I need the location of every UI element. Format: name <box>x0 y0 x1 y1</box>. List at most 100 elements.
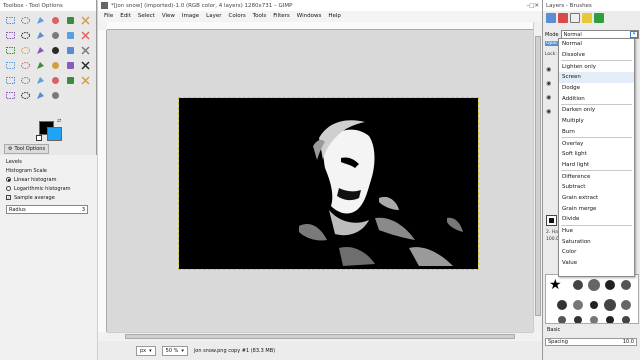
menu-view[interactable]: View <box>162 13 175 19</box>
fg-bg-colors[interactable]: ⇄ <box>36 118 66 142</box>
horizontal-scroll-thumb[interactable] <box>125 334 515 339</box>
mode-option-hue[interactable]: Hue <box>559 226 634 237</box>
foreground-select-icon[interactable] <box>4 29 17 42</box>
radius-value[interactable]: 3 <box>82 207 85 213</box>
mode-option-value[interactable]: Value <box>559 258 634 269</box>
smudge-icon[interactable] <box>34 89 47 102</box>
canvas-area[interactable] <box>107 30 533 332</box>
vertical-ruler[interactable] <box>98 30 107 332</box>
radius-field[interactable]: Radius 3 <box>6 205 88 214</box>
fuzzy-select-icon[interactable] <box>49 14 62 27</box>
spacing-value[interactable]: 10.0 <box>623 339 634 345</box>
background-color-swatch[interactable] <box>47 127 62 141</box>
pencil-icon[interactable] <box>79 59 92 72</box>
eye-icon[interactable]: ◉ <box>546 80 555 94</box>
swap-colors-icon[interactable]: ⇄ <box>57 118 61 124</box>
menu-select[interactable]: Select <box>138 13 155 19</box>
tab-tool-options[interactable]: ⚙ Tool Options <box>4 144 50 154</box>
vertical-scrollbar[interactable] <box>533 22 542 332</box>
zoom-icon[interactable] <box>49 29 62 42</box>
mode-option-saturation[interactable]: Saturation <box>559 236 634 247</box>
blend-icon[interactable] <box>64 59 77 72</box>
eye-icon[interactable]: ◉ <box>546 94 555 108</box>
menu-file[interactable]: File <box>104 13 113 19</box>
mode-option-dodge[interactable]: Dodge <box>559 83 634 94</box>
mode-option-difference[interactable]: Difference <box>559 171 634 182</box>
unit-select[interactable]: px ▾ <box>136 345 156 356</box>
align-icon[interactable] <box>4 44 17 57</box>
mode-option-multiply[interactable]: Multiply <box>559 116 634 127</box>
text-icon[interactable] <box>34 59 47 72</box>
linear-histogram-option[interactable]: Linear histogram <box>6 175 91 184</box>
reset-colors-icon[interactable] <box>36 135 42 141</box>
mode-option-normal[interactable]: Normal <box>559 39 634 50</box>
menu-tools[interactable]: Tools <box>253 13 267 19</box>
brush-preview-thumbnail[interactable] <box>546 215 557 226</box>
clone-icon[interactable] <box>64 74 77 87</box>
brush-grid[interactable]: ★ <box>545 274 639 324</box>
rect-select-icon[interactable] <box>4 14 17 27</box>
ink-icon[interactable] <box>49 74 62 87</box>
scissors-select-icon[interactable] <box>79 14 92 27</box>
menu-colors[interactable]: Colors <box>228 13 245 19</box>
mode-option-addition[interactable]: Addition <box>559 93 634 104</box>
close-icon[interactable]: ✕ <box>534 3 539 9</box>
airbrush-icon[interactable] <box>34 74 47 87</box>
mode-option-darken-only[interactable]: Darken only <box>559 105 634 116</box>
move-icon[interactable] <box>79 29 92 42</box>
sample-average-option[interactable]: ✓ Sample average <box>6 193 91 202</box>
paintbrush-icon[interactable] <box>4 74 17 87</box>
mode-option-grain-extract[interactable]: Grain extract <box>559 193 634 204</box>
paths-tab-icon[interactable] <box>570 13 580 23</box>
ellipse-select-icon[interactable] <box>19 14 32 27</box>
mode-option-burn[interactable]: Burn <box>559 127 634 138</box>
menu-image[interactable]: Image <box>182 13 199 19</box>
free-select-icon[interactable] <box>34 14 47 27</box>
menu-layer[interactable]: Layer <box>206 13 221 19</box>
spacing-field[interactable]: Spacing 10.0 <box>545 338 637 346</box>
menu-help[interactable]: Help <box>328 13 341 19</box>
horizontal-ruler[interactable] <box>107 22 533 30</box>
perspective-clone-icon[interactable] <box>4 89 17 102</box>
heal-icon[interactable] <box>79 74 92 87</box>
horizontal-scrollbar[interactable] <box>107 332 533 340</box>
mode-option-overlay[interactable]: Overlay <box>559 138 634 149</box>
eraser-icon[interactable] <box>19 74 32 87</box>
menu-windows[interactable]: Windows <box>297 13 322 19</box>
brushes-tab-icon[interactable] <box>594 13 604 23</box>
layers-tab-icon[interactable] <box>546 13 556 23</box>
perspective-icon[interactable] <box>79 44 92 57</box>
rotate-icon[interactable] <box>34 44 47 57</box>
menu-filters[interactable]: Filters <box>273 13 290 19</box>
sample-average-checkbox[interactable]: ✓ <box>6 195 11 200</box>
mode-option-grain-merge[interactable]: Grain merge <box>559 203 634 214</box>
image-canvas[interactable] <box>178 97 479 270</box>
logarithmic-radio[interactable] <box>6 186 11 191</box>
mode-option-subtract[interactable]: Subtract <box>559 182 634 193</box>
eye-icon[interactable]: ◉ <box>546 66 555 80</box>
dodge-burn-icon[interactable] <box>49 89 62 102</box>
undo-tab-icon[interactable] <box>582 13 592 23</box>
crop-icon[interactable] <box>19 44 32 57</box>
mode-option-hard-light[interactable]: Hard light <box>559 160 634 171</box>
mode-option-dissolve[interactable]: Dissolve <box>559 50 634 61</box>
star-brush-icon[interactable]: ★ <box>549 277 562 293</box>
chevron-down-icon[interactable]: ▾ <box>630 31 638 38</box>
paths-icon[interactable] <box>19 29 32 42</box>
cage-icon[interactable] <box>19 59 32 72</box>
color-select-icon[interactable] <box>64 14 77 27</box>
flip-icon[interactable] <box>4 59 17 72</box>
linear-radio[interactable] <box>6 177 11 182</box>
channels-tab-icon[interactable] <box>558 13 568 23</box>
eye-icon[interactable]: ◉ <box>546 108 555 122</box>
mode-option-lighten-only[interactable]: Lighten only <box>559 61 634 72</box>
mode-option-divide[interactable]: Divide <box>559 214 634 225</box>
zoom-select[interactable]: 50 % ▾ <box>161 345 188 356</box>
vertical-scroll-thumb[interactable] <box>535 36 541 316</box>
menu-edit[interactable]: Edit <box>120 13 131 19</box>
mode-option-soft-light[interactable]: Soft light <box>559 149 634 160</box>
bucket-fill-icon[interactable] <box>49 59 62 72</box>
logarithmic-histogram-option[interactable]: Logarithmic histogram <box>6 184 91 193</box>
blur-icon[interactable] <box>19 89 32 102</box>
mode-option-screen[interactable]: Screen <box>559 72 634 83</box>
